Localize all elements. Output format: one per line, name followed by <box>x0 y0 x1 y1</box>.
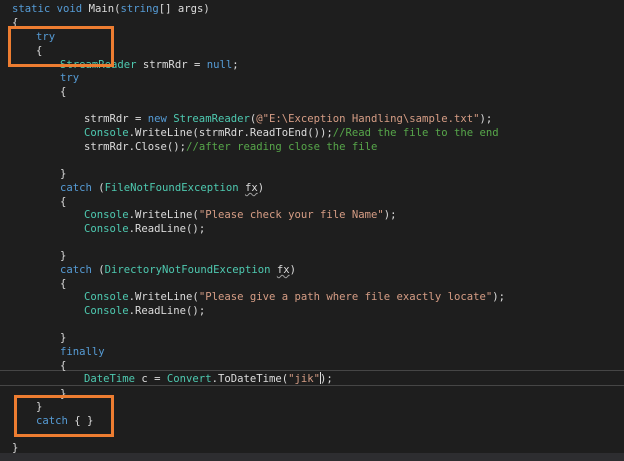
code-line: strmRdr.Close();//after reading close th… <box>84 141 378 153</box>
code-line: } <box>60 332 67 344</box>
catch-highlight-box <box>14 395 114 437</box>
code-line: { <box>60 86 67 98</box>
code-editor[interactable]: static void Main(string[] args) { try { … <box>0 0 624 461</box>
code-line: Console.WriteLine("Please check your fil… <box>84 209 397 221</box>
text-caret <box>320 372 321 384</box>
code-line: Console.ReadLine(); <box>84 223 206 235</box>
code-line: catch (FileNotFoundException fx) <box>60 182 265 194</box>
code-line: { <box>60 278 67 290</box>
code-line: DateTime c = Convert.ToDateTime("jik"); <box>84 373 333 385</box>
horizontal-scrollbar[interactable] <box>0 453 624 461</box>
code-line: strmRdr = new StreamReader(@"E:\Exceptio… <box>84 113 493 125</box>
code-line: finally <box>60 346 105 358</box>
code-line: Console.ReadLine(); <box>84 305 206 317</box>
code-line: } <box>60 168 67 180</box>
code-line: } <box>60 250 67 262</box>
try-highlight-box <box>8 26 114 67</box>
code-line: Console.WriteLine(strmRdr.ReadToEnd());/… <box>84 127 499 139</box>
code-line: { <box>60 360 67 372</box>
code-line: try <box>60 72 80 84</box>
code-line: catch (DirectoryNotFoundException fx) <box>60 264 297 276</box>
code-line: { <box>60 196 67 208</box>
code-line: static void Main(string[] args) <box>12 3 210 15</box>
code-line: Console.WriteLine("Please give a path wh… <box>84 291 505 303</box>
